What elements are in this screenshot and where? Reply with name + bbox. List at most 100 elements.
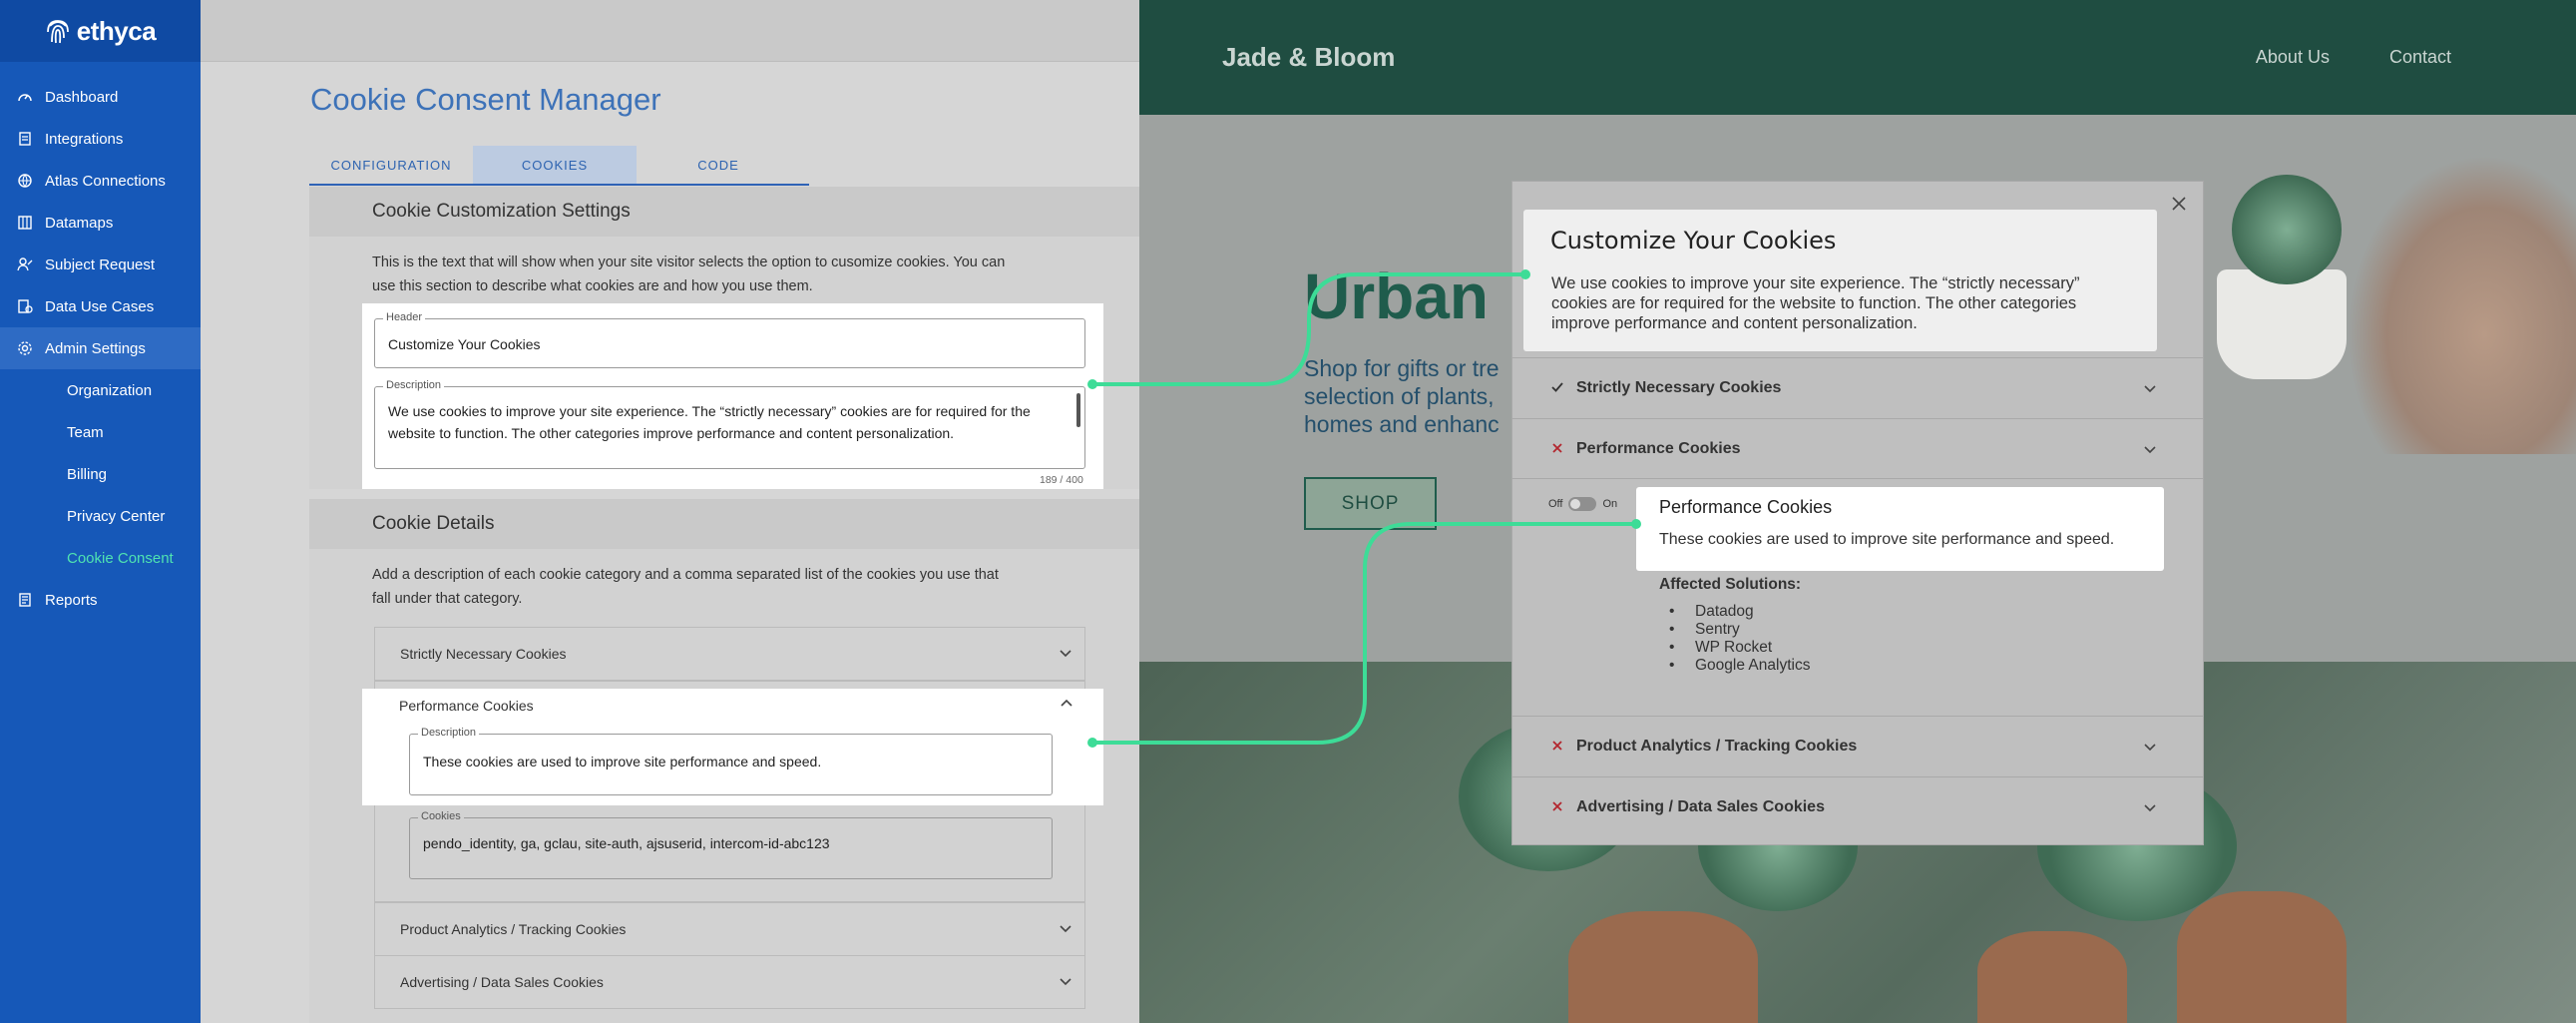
toggle-off-label: Off	[1548, 498, 1563, 510]
chevron-down-icon	[2142, 380, 2158, 401]
sidebar-item-billing[interactable]: Billing	[0, 453, 201, 495]
sidebar-item-integrations[interactable]: Integrations	[0, 118, 201, 160]
accordion-label: Product Analytics / Tracking Cookies	[400, 921, 627, 937]
tab-code[interactable]: CODE	[637, 146, 800, 184]
perf-cookies-legend: Cookies	[418, 810, 464, 822]
toggle-on-label: On	[1602, 498, 1618, 510]
x-icon	[1552, 443, 1562, 453]
x-icon	[1552, 741, 1562, 751]
perf-description-legend: Description	[418, 727, 480, 739]
sidebar-item-subject-request[interactable]: Subject Request	[0, 244, 201, 285]
modal-row-label: Advertising / Data Sales Cookies	[1576, 797, 1825, 815]
chevron-down-icon	[2142, 799, 2158, 820]
globe-icon	[17, 173, 33, 189]
pot-image	[2177, 891, 2347, 1023]
logo-text: ethyca	[76, 15, 157, 46]
sidebar-item-label: Data Use Cases	[45, 297, 155, 315]
user-request-icon	[17, 256, 33, 272]
shop-button[interactable]: SHOP	[1304, 477, 1437, 530]
sidebar-nav: Dashboard Integrations Atlas Connections…	[0, 76, 201, 621]
sidebar-item-label: Cookie Consent	[67, 549, 174, 567]
chevron-up-icon[interactable]	[1060, 697, 1073, 716]
modal-title-card: Customize Your Cookies We use cookies to…	[1523, 210, 2157, 351]
scrollbar[interactable]	[1076, 393, 1080, 427]
modal-row-product-analytics[interactable]: Product Analytics / Tracking Cookies	[1512, 716, 2203, 775]
hand-image	[2347, 155, 2576, 454]
accordion-advertising[interactable]: Advertising / Data Sales Cookies	[374, 955, 1085, 1009]
modal-row-advertising[interactable]: Advertising / Data Sales Cookies	[1512, 776, 2203, 836]
details-description: Add a description of each cookie categor…	[372, 567, 999, 607]
sidebar-item-label: Atlas Connections	[45, 172, 166, 190]
sidebar-item-dashboard[interactable]: Dashboard	[0, 76, 201, 118]
sidebar-item-label: Billing	[67, 465, 108, 483]
header-field[interactable]: Header Customize Your Cookies	[374, 311, 1085, 368]
affected-solutions-list: Datadog Sentry WP Rocket Google Analytic…	[1669, 603, 1810, 675]
accordion-label: Strictly Necessary Cookies	[400, 646, 567, 662]
header-legend: Header	[383, 311, 426, 323]
sidebar-item-data-use-cases[interactable]: Data Use Cases	[0, 285, 201, 327]
site-brand[interactable]: Jade & Bloom	[1222, 42, 1395, 73]
modal-row-label: Product Analytics / Tracking Cookies	[1576, 737, 1858, 755]
close-icon[interactable]	[2169, 194, 2189, 214]
accordion-performance-label[interactable]: Performance Cookies	[399, 698, 534, 714]
site-nav: About Us Contact	[2256, 47, 2451, 68]
modal-title: Customize Your Cookies	[1550, 227, 1837, 255]
accordion-strictly-necessary[interactable]: Strictly Necessary Cookies	[374, 627, 1085, 681]
modal-row-strictly-necessary[interactable]: Strictly Necessary Cookies	[1512, 357, 2203, 417]
data-use-icon	[17, 298, 33, 314]
tab-configuration[interactable]: CONFIGURATION	[309, 146, 473, 184]
list-item: WP Rocket	[1669, 639, 1810, 657]
divider	[1512, 478, 2203, 479]
nav-contact[interactable]: Contact	[2389, 47, 2451, 68]
performance-toggle-group: Off On	[1548, 497, 1617, 511]
sidebar: ethyca Dashboard Integrations Atlas Conn…	[0, 0, 201, 1023]
sidebar-item-datamaps[interactable]: Datamaps	[0, 202, 201, 244]
sidebar-item-label: Integrations	[45, 130, 124, 148]
fingerprint-icon	[46, 20, 69, 44]
details-heading: Cookie Details	[309, 499, 1139, 549]
columns-icon	[17, 215, 33, 231]
top-bar	[201, 0, 1139, 62]
white-pot-image	[2217, 269, 2347, 379]
performance-cookies-field[interactable]: Cookies pendo_identity, ga, gclau, site-…	[409, 810, 1053, 879]
description-field[interactable]: Description We use cookies to improve yo…	[374, 379, 1085, 469]
chevron-down-icon	[1059, 646, 1073, 663]
chevron-down-icon	[1059, 974, 1073, 991]
perf-description-value: These cookies are used to improve site p…	[423, 754, 822, 769]
gear-icon	[17, 340, 33, 356]
cookie-modal: Customize Your Cookies We use cookies to…	[1511, 181, 2204, 845]
hero-title: Urban	[1304, 260, 1489, 332]
reports-icon	[17, 592, 33, 608]
admin-app: ethyca Dashboard Integrations Atlas Conn…	[0, 0, 1139, 1023]
sidebar-item-cookie-consent[interactable]: Cookie Consent	[0, 537, 201, 579]
page-title: Cookie Consent Manager	[310, 82, 661, 117]
sidebar-item-privacy-center[interactable]: Privacy Center	[0, 495, 201, 537]
pot-image	[1977, 931, 2127, 1023]
performance-toggle[interactable]	[1568, 497, 1597, 511]
ethyca-logo[interactable]: ethyca	[0, 0, 201, 62]
modal-row-label: Performance Cookies	[1576, 439, 1741, 457]
perf-title: Performance Cookies	[1659, 497, 1833, 517]
customization-description: This is the text that will show when you…	[372, 255, 1006, 294]
performance-description-field[interactable]: Description These cookies are used to im…	[409, 727, 1053, 795]
char-counter: 189 / 400	[1040, 474, 1083, 486]
sidebar-item-team[interactable]: Team	[0, 411, 201, 453]
customization-heading: Cookie Customization Settings	[309, 187, 1139, 237]
site-header: Jade & Bloom About Us Contact	[1139, 0, 2576, 115]
sidebar-item-atlas-connections[interactable]: Atlas Connections	[0, 160, 201, 202]
tab-cookies[interactable]: COOKIES	[473, 146, 637, 184]
check-icon	[1551, 382, 1563, 392]
sidebar-item-label: Subject Request	[45, 256, 156, 273]
modal-row-performance[interactable]: Performance Cookies	[1512, 418, 2203, 478]
performance-details-card: Performance Cookies These cookies are us…	[1636, 487, 2164, 571]
modal-description: We use cookies to improve your site expe…	[1551, 274, 2080, 332]
nav-about-us[interactable]: About Us	[2256, 47, 2330, 68]
sidebar-item-reports[interactable]: Reports	[0, 579, 201, 621]
sidebar-item-admin-settings[interactable]: Admin Settings	[0, 327, 201, 369]
sidebar-item-label: Organization	[67, 381, 153, 399]
affected-solutions-title: Affected Solutions:	[1659, 576, 1802, 593]
chevron-down-icon	[2142, 441, 2158, 462]
accordion-product-analytics[interactable]: Product Analytics / Tracking Cookies	[374, 902, 1085, 956]
sidebar-item-organization[interactable]: Organization	[0, 369, 201, 411]
description-legend: Description	[383, 379, 445, 391]
